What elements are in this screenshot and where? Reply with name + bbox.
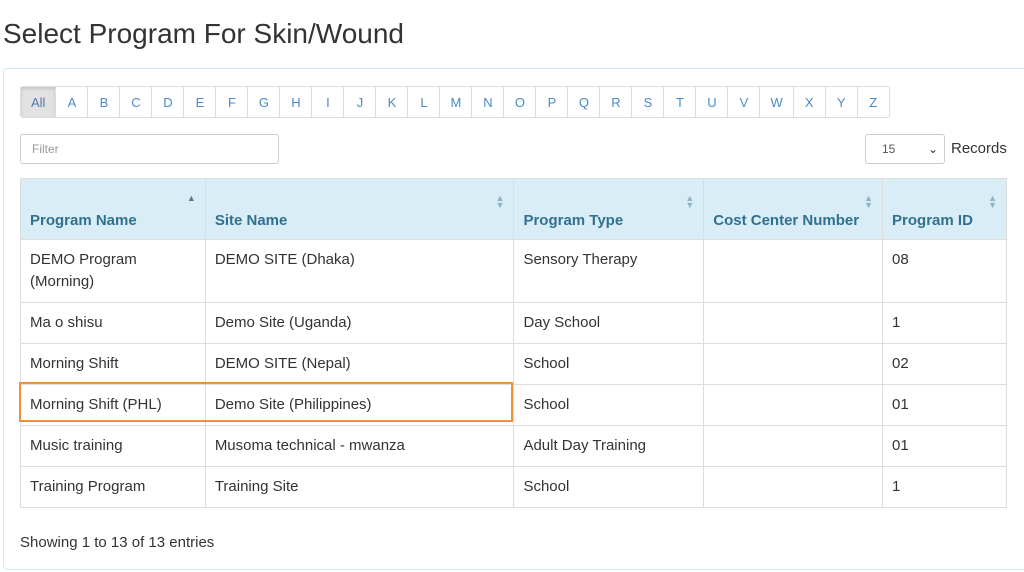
letter-filter-h[interactable]: H xyxy=(279,87,311,117)
table-cell: Demo Site (Uganda) xyxy=(204,302,515,344)
sort-icon: ▲ ▼ xyxy=(864,193,874,210)
alphabet-filter: All A B C D E F G H I J K L M N O P Q R S T U V W X Y Z xyxy=(20,86,890,118)
table-row[interactable]: Morning Shift (PHL) Demo Site (Philippine… xyxy=(20,384,1007,426)
letter-filter-q[interactable]: Q xyxy=(567,87,599,117)
sort-ascending-icon: ▲ xyxy=(186,193,196,203)
column-header-label: Program Type xyxy=(523,212,624,229)
letter-filter-d[interactable]: D xyxy=(151,87,183,117)
table-cell: Morning Shift (PHL) xyxy=(20,384,206,426)
column-header[interactable]: Cost Center Number ▲ ▼ xyxy=(703,178,884,240)
letter-filter-c[interactable]: C xyxy=(119,87,151,117)
table-cell: Sensory Therapy xyxy=(513,239,705,303)
table-info: Showing 1 to 13 of 13 entries xyxy=(20,534,215,551)
table-cell: School xyxy=(513,466,705,508)
table-cell: DEMO SITE (Nepal) xyxy=(204,343,515,385)
letter-filter-i[interactable]: I xyxy=(311,87,343,117)
table-row[interactable]: DEMO Program (Morning) DEMO SITE (Dhaka) S… xyxy=(20,239,1007,303)
table-cell: 1 xyxy=(882,466,1007,508)
table-cell: 02 xyxy=(882,343,1007,385)
table-row[interactable]: Training Program Training Site School 1 xyxy=(20,466,1007,508)
column-header-label: Site Name xyxy=(214,212,288,229)
letter-filter-v[interactable]: V xyxy=(727,87,759,117)
letter-filter-all[interactable]: All xyxy=(21,87,56,117)
filter-input[interactable] xyxy=(20,134,279,164)
table-row[interactable]: Morning Shift DEMO SITE (Nepal) School 02 xyxy=(20,343,1007,385)
table-cell: Morning Shift xyxy=(20,343,206,385)
letter-filter-l[interactable]: L xyxy=(407,87,439,117)
letter-filter-s[interactable]: S xyxy=(631,87,663,117)
column-header[interactable]: Site Name ▲ ▼ xyxy=(204,178,515,240)
sort-icon: ▲ ▼ xyxy=(495,193,505,210)
letter-filter-x[interactable]: X xyxy=(792,87,825,117)
table-cell: Ma o shisu xyxy=(20,302,206,344)
table-cell: Training Site xyxy=(204,466,515,508)
program-table: Program Name ▲ Site Name ▲ ▼ Program Type ▲ ▼ Co… xyxy=(20,178,1007,508)
chevron-down-icon: ⌄ xyxy=(927,142,938,156)
letter-filter-k[interactable]: K xyxy=(375,87,407,117)
table-cell: Music training xyxy=(20,425,206,467)
table-cell xyxy=(703,425,884,467)
column-header[interactable]: Program ID ▲ ▼ xyxy=(882,178,1007,240)
letter-filter-p[interactable]: P xyxy=(535,87,567,117)
page-title: Select Program For Skin/Wound xyxy=(3,18,404,49)
letter-filter-m[interactable]: M xyxy=(439,87,471,117)
table-cell: 08 xyxy=(882,239,1007,303)
column-header[interactable]: Program Type ▲ ▼ xyxy=(513,178,705,240)
table-cell: School xyxy=(513,384,705,426)
column-header[interactable]: Program Name ▲ xyxy=(20,178,206,240)
letter-filter-g[interactable]: G xyxy=(247,87,279,117)
table-cell xyxy=(703,384,884,426)
sort-icon: ▲ ▼ xyxy=(988,193,997,210)
column-header-label: Program Name xyxy=(30,212,137,229)
letter-filter-u[interactable]: U xyxy=(695,87,727,117)
table-cell: Demo Site (Philippines) xyxy=(204,384,515,426)
table-cell xyxy=(703,239,884,303)
letter-filter-t[interactable]: T xyxy=(663,87,695,117)
letter-filter-a[interactable]: A xyxy=(55,87,87,117)
sort-icon: ▲ ▼ xyxy=(685,193,695,210)
table-cell xyxy=(703,466,884,508)
records-value: 15 xyxy=(882,142,896,156)
letter-filter-z[interactable]: Z xyxy=(856,87,889,117)
table-row[interactable]: Music training Musoma technical - mwanza A… xyxy=(20,425,1007,467)
letter-filter-n[interactable]: N xyxy=(471,87,503,117)
table-cell: Adult Day Training xyxy=(513,425,705,467)
letter-filter-j[interactable]: J xyxy=(343,87,375,117)
column-header-label: Program ID xyxy=(892,212,973,229)
letter-filter-r[interactable]: R xyxy=(599,87,631,117)
table-cell xyxy=(703,302,884,344)
letter-filter-w[interactable]: W xyxy=(759,87,792,117)
column-header-label: Cost Center Number xyxy=(713,212,860,229)
letter-filter-b[interactable]: B xyxy=(87,87,119,117)
table-cell: Day School xyxy=(513,302,705,344)
table-cell: 01 xyxy=(882,425,1007,467)
letter-filter-y[interactable]: Y xyxy=(824,87,857,117)
records-label: Records xyxy=(951,140,1007,157)
table-cell: 1 xyxy=(882,302,1007,344)
table-cell: Training Program xyxy=(20,466,206,508)
letter-filter-o[interactable]: O xyxy=(503,87,535,117)
table-cell: 01 xyxy=(882,384,1007,426)
letter-filter-e[interactable]: E xyxy=(183,87,215,117)
table-cell: School xyxy=(513,343,705,385)
records-select[interactable]: 15 ⌄ xyxy=(865,134,945,164)
table-cell xyxy=(703,343,884,385)
letter-filter-f[interactable]: F xyxy=(215,87,247,117)
table-cell: Musoma technical - mwanza xyxy=(204,425,515,467)
table-row[interactable]: Ma o shisu Demo Site (Uganda) Day School 1 xyxy=(20,302,1007,344)
table-cell: DEMO Program (Morning) xyxy=(20,239,206,303)
table-cell: DEMO SITE (Dhaka) xyxy=(204,239,515,303)
